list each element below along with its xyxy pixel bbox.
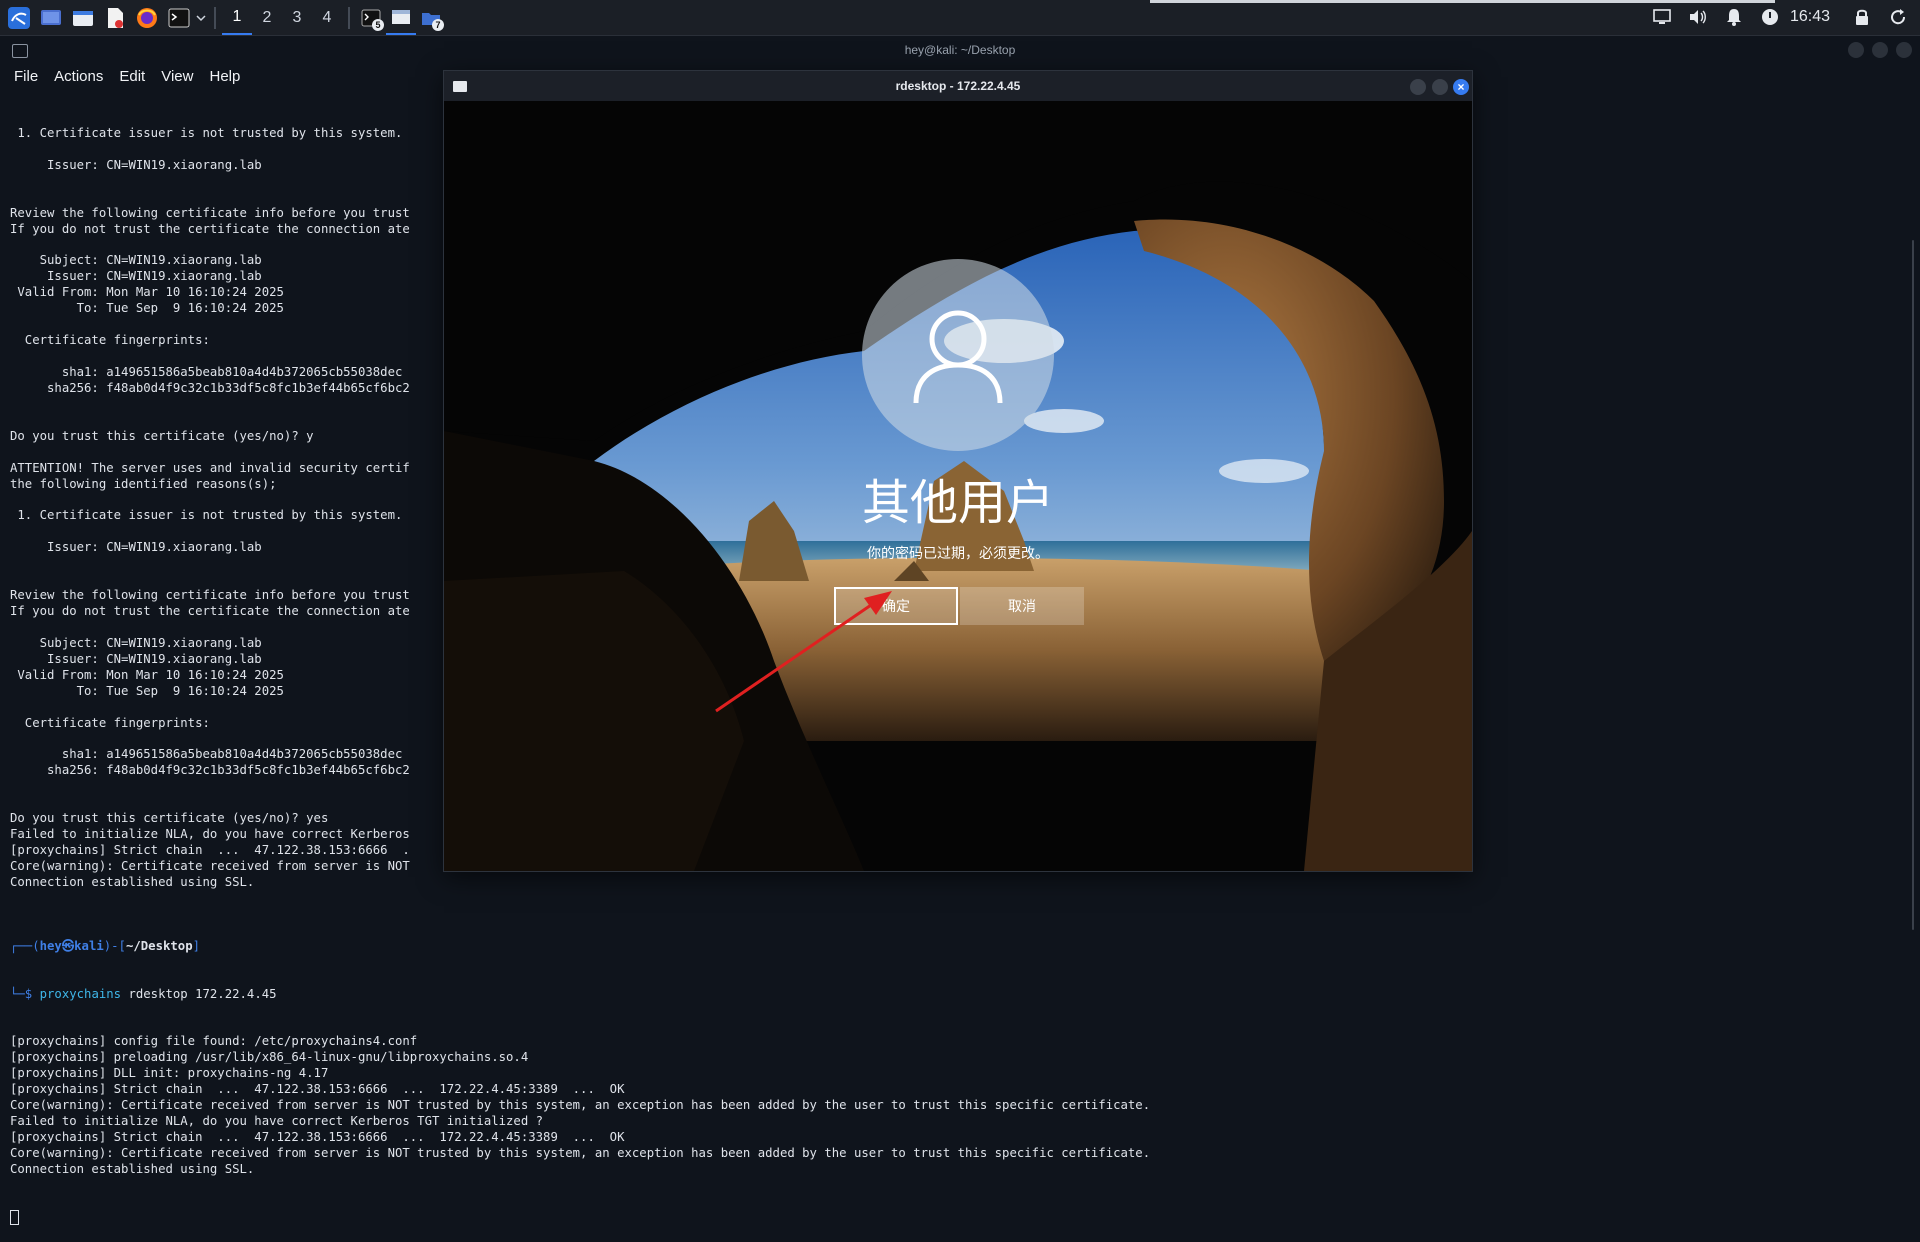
task-rdesktop[interactable] [386,1,416,35]
terminal-title: hey@kali: ~/Desktop [904,43,1016,57]
panel-separator [214,6,216,29]
terminal-maximize-button[interactable] [1872,42,1888,58]
terminal-line: [proxychains] config file found: /etc/pr… [10,1034,418,1049]
ok-button[interactable]: 确定 [834,587,958,625]
desktop-icon[interactable] [38,5,64,31]
terminal-line: [proxychains] Strict chain ... 47.122.38… [10,1130,625,1145]
task-folder[interactable]: 7 [416,1,446,35]
prompt-dollar: └─$ [10,986,40,1001]
rdesktop-window-icon [392,9,410,24]
terminal-cursor [10,1209,19,1225]
user-avatar [862,259,1054,451]
terminal-line: Core(warning): Certificate received from… [10,1098,1151,1113]
cursor-line [10,1209,1150,1226]
terminal-title-bar[interactable]: hey@kali: ~/Desktop [0,36,1920,64]
menu-actions[interactable]: Actions [46,66,111,88]
rdesktop-minimize-button[interactable] [1410,79,1426,95]
user-icon [913,310,1003,404]
notification-bell-icon[interactable] [1720,2,1748,32]
task-badge: 5 [372,18,384,31]
menu-help[interactable]: Help [201,66,248,88]
terminal-lines-after-prompt: [proxychains] config file found: /etc/pr… [10,1034,1150,1177]
prompt-cwd: ~/Desktop [125,938,193,953]
terminal-line: Failed to initialize NLA, do you have co… [10,1114,544,1129]
terminal-window-icon [12,44,28,58]
remote-login-screen[interactable]: 其他用户 你的密码已过期，必须更改。 确定 取消 [444,101,1472,871]
refresh-icon[interactable] [1884,2,1912,32]
panel-clock[interactable]: 16:43 [1790,8,1830,26]
menu-edit[interactable]: Edit [111,66,153,88]
terminal-line: Connection established using SSL. [10,874,255,889]
volume-icon[interactable] [1684,2,1712,32]
terminal-line: Connection established using SSL. [10,1161,255,1176]
display-icon[interactable] [1648,2,1676,32]
text-editor-icon[interactable] [102,5,128,31]
terminal-line: Core(warning): Certificate received from… [10,1146,1151,1160]
terminal-minimize-button[interactable] [1848,42,1864,58]
panel-separator [348,6,350,29]
workspace-3[interactable]: 3 [282,1,312,35]
file-manager-icon[interactable] [70,5,96,31]
rdesktop-window: rdesktop - 172.22.4.45 × 其他用户 你的密码已过期，必须… [444,71,1472,871]
power-indicator-icon[interactable] [1756,2,1784,32]
rdesktop-window-icon [453,81,467,92]
rdesktop-title: rdesktop - 172.22.4.45 [895,79,1021,93]
terminal-scrollbar[interactable] [1912,240,1914,930]
terminal-menubar: File Actions Edit View Help [6,66,248,88]
password-expired-message: 你的密码已过期，必须更改。 [867,545,1049,561]
workspace-2[interactable]: 2 [252,1,282,35]
prompt-args: rdesktop 172.22.4.45 [121,986,277,1001]
system-tray: 16:43 [1640,0,1920,34]
dropdown-chevron-icon[interactable] [194,5,208,31]
prompt-corner: ┌──( [10,938,40,953]
firefox-icon[interactable] [134,5,160,31]
prompt-command: proxychains [39,986,122,1001]
rdesktop-title-bar[interactable]: rdesktop - 172.22.4.45 × [444,71,1472,101]
prompt-line-2: └─$ proxychains rdesktop 172.22.4.45 [10,987,1150,1003]
kali-menu-icon[interactable] [6,5,32,31]
terminal-icon[interactable] [166,5,192,31]
workspace-4[interactable]: 4 [312,1,342,35]
terminal-line: [proxychains] preloading /usr/lib/x86_64… [10,1050,529,1065]
prompt-separator: )-[ [103,938,126,953]
rdesktop-close-button[interactable]: × [1453,79,1469,95]
cancel-button[interactable]: 取消 [960,587,1084,625]
lock-icon[interactable] [1848,2,1876,32]
workspace-1[interactable]: 1 [222,1,252,35]
login-user-name: 其他用户 [861,477,1054,530]
task-badge: 7 [432,18,444,31]
task-terminal[interactable]: 5 [356,1,386,35]
terminal-line: [proxychains] Strict chain ... 47.122.38… [10,1082,625,1097]
menu-view[interactable]: View [153,66,201,88]
menu-file[interactable]: File [6,66,46,88]
terminal-close-button[interactable] [1896,42,1912,58]
rdesktop-maximize-button[interactable] [1432,79,1448,95]
prompt-user-host: hey㉿kali [39,938,104,953]
prompt-end: ] [192,938,201,953]
top-panel: 1 2 3 4 5 7 16:43 [0,0,1920,36]
prompt-line-1: ┌──(hey㉿kali)-[~/Desktop] [10,939,1150,955]
